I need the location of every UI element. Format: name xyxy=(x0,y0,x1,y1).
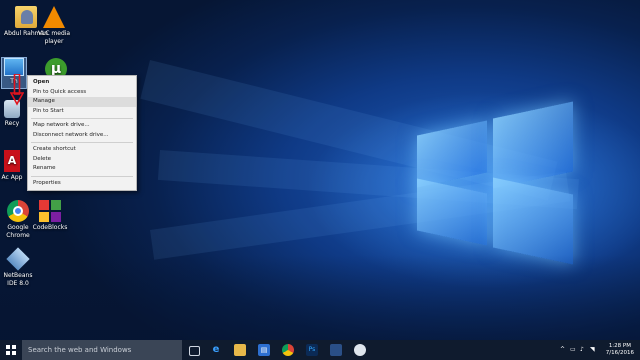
edge-browser-icon[interactable]: e xyxy=(210,344,222,356)
tray-chevron-icon[interactable]: ^ xyxy=(560,340,565,360)
annotation-arrow-icon xyxy=(10,74,24,106)
menu-divider xyxy=(31,142,133,143)
netbeans-cube-icon xyxy=(6,247,30,271)
icon-label: Recy xyxy=(4,120,20,127)
clock-time: 1:28 PM xyxy=(608,343,631,349)
volume-icon[interactable]: ♪ xyxy=(580,340,584,360)
windows-logo-graphic xyxy=(417,100,577,265)
context-menu: Open Pin to Quick access Manage Pin to S… xyxy=(27,75,137,191)
acrobat-logo-icon: A xyxy=(4,150,20,172)
menu-item-pin-quick-access[interactable]: Pin to Quick access xyxy=(28,88,136,98)
icon-label: VLC media player xyxy=(37,30,71,45)
codeblocks-logo-icon xyxy=(39,200,61,222)
menu-divider xyxy=(31,175,133,177)
menu-item-delete[interactable]: Delete xyxy=(28,155,136,165)
vlc-media-player-icon[interactable]: VLC media player xyxy=(28,6,80,46)
app-taskbar-icon[interactable] xyxy=(330,344,342,356)
icon-label: CodeBlocks xyxy=(32,224,68,231)
task-view-icon[interactable] xyxy=(189,346,200,356)
acrobat-icon[interactable]: A Ac App xyxy=(0,150,24,182)
file-explorer-icon[interactable] xyxy=(234,344,246,356)
menu-divider xyxy=(31,118,133,119)
menu-item-disconnect-network-drive[interactable]: Disconnect network drive... xyxy=(28,131,136,141)
app-taskbar-icon-2[interactable] xyxy=(354,344,366,356)
icon-label: Ac App xyxy=(1,174,23,181)
vlc-cone-icon xyxy=(43,6,65,28)
start-button[interactable] xyxy=(0,340,22,360)
battery-icon[interactable]: ▭ xyxy=(570,340,576,360)
chrome-logo-icon xyxy=(7,200,29,222)
search-box[interactable]: Search the web and Windows xyxy=(22,340,182,360)
menu-item-rename[interactable]: Rename xyxy=(28,164,136,174)
network-icon[interactable]: ◥ xyxy=(590,340,595,360)
menu-item-map-network-drive[interactable]: Map network drive... xyxy=(28,121,136,131)
desktop-floor-shade xyxy=(0,255,640,340)
menu-item-open[interactable]: Open xyxy=(28,78,136,88)
windows-start-icon xyxy=(6,345,16,355)
icon-label: NetBeans IDE 8.0 xyxy=(3,272,33,287)
menu-item-manage[interactable]: Manage xyxy=(28,97,136,107)
clock[interactable]: 1:28 PM 7/16/2016 xyxy=(606,343,634,357)
taskbar: Search the web and Windows e ▤ Ps ^ ▭ ♪ … xyxy=(0,340,640,360)
menu-item-properties[interactable]: Properties xyxy=(28,179,136,189)
codeblocks-icon[interactable]: CodeBlocks xyxy=(30,200,70,232)
netbeans-ide-icon[interactable]: NetBeans IDE 8.0 xyxy=(0,247,36,288)
desktop-background: Abdul Rahman VLC media player Th µ Recy … xyxy=(0,0,640,340)
store-icon[interactable]: ▤ xyxy=(258,344,270,356)
chrome-taskbar-icon[interactable] xyxy=(282,344,294,356)
menu-item-pin-to-start[interactable]: Pin to Start xyxy=(28,107,136,117)
photoshop-icon[interactable]: Ps xyxy=(306,344,318,356)
clock-date: 7/16/2016 xyxy=(605,350,634,356)
menu-item-create-shortcut[interactable]: Create shortcut xyxy=(28,145,136,155)
